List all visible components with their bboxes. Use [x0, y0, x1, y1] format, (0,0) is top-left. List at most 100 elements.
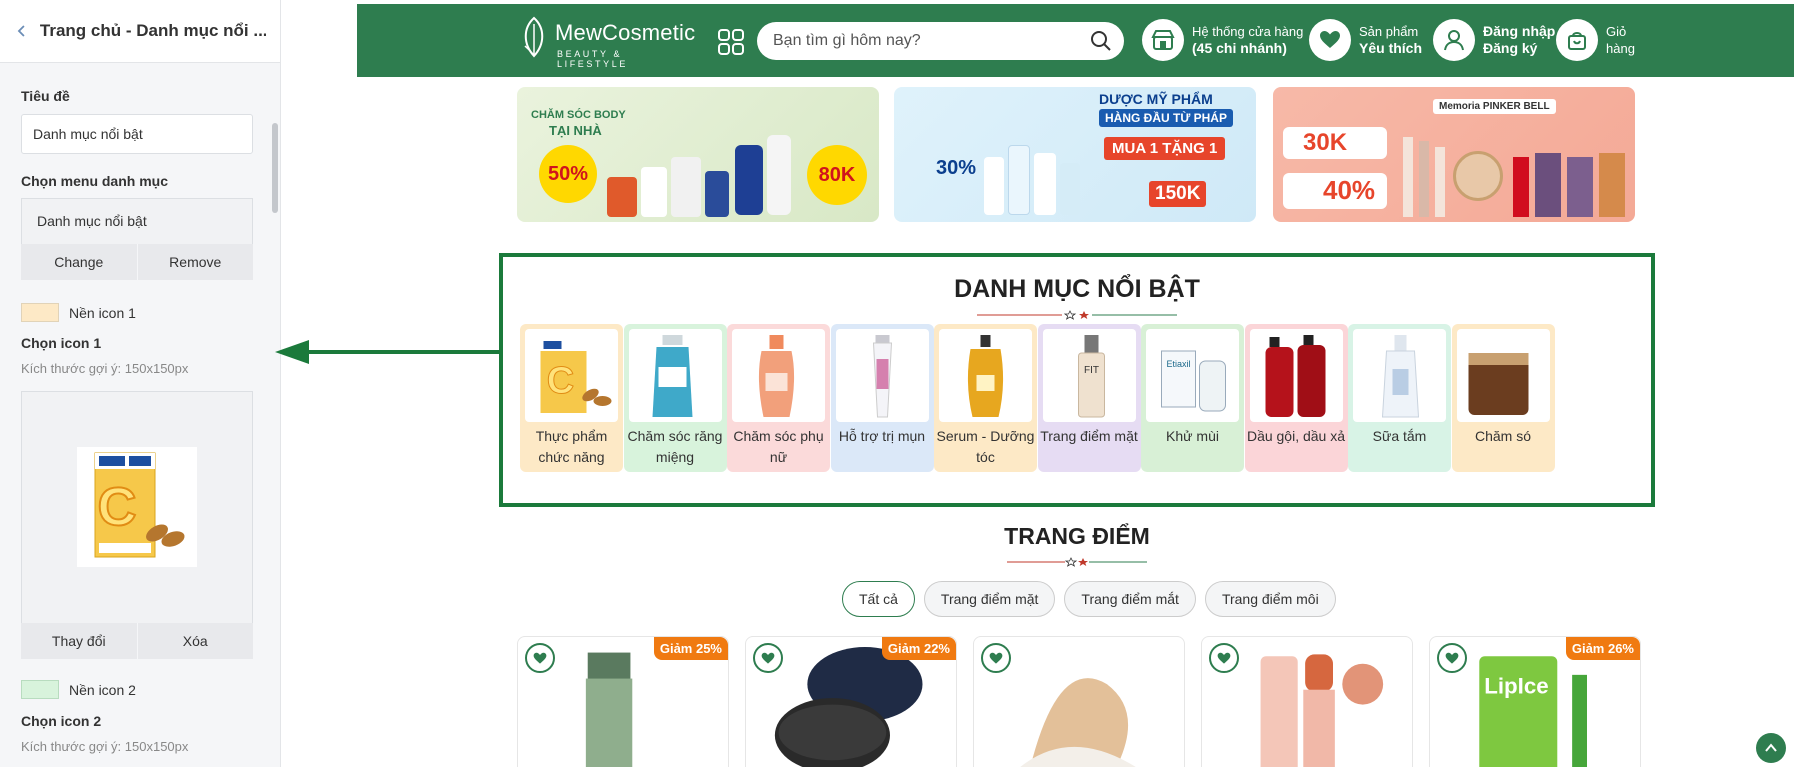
heart-icon[interactable] [981, 643, 1011, 673]
banner2-title2: HÀNG ĐẦU TỪ PHÁP [1099, 109, 1233, 127]
change-button[interactable]: Change [21, 244, 138, 280]
title-label: Tiêu đề [21, 88, 70, 104]
shopping-bag-icon [1556, 19, 1598, 61]
category-card[interactable]: Sữa tắm [1348, 324, 1451, 472]
category-card[interactable]: Chăm sóc phụ nữ [727, 324, 830, 472]
editor-body: Tiêu đề Danh mục nổi bật Chọn menu danh … [0, 63, 271, 767]
discount-badge: Giảm 25% [653, 637, 728, 660]
category-card[interactable]: Dầu gội, dầu xả [1244, 324, 1348, 472]
brand-name: MewCosmetic [555, 20, 696, 45]
banner1-gift: 80K [818, 163, 856, 186]
banner1-products [607, 147, 729, 217]
product-image [1260, 654, 1384, 767]
cart-button[interactable]: Giỏ hàng [1556, 19, 1635, 61]
bg-icon2-swatch[interactable] [21, 680, 59, 699]
fav-line2: Yêu thích [1359, 40, 1423, 56]
category-card[interactable]: Chăm só [1451, 324, 1555, 472]
leaf-logo-icon [524, 16, 544, 58]
banner3-brands: Memoria PINKER BELL [1433, 99, 1556, 114]
favorites-button[interactable]: Sản phẩm Yêu thích [1309, 19, 1422, 61]
category-carousel: C Thực phẩm chức năng Chăm sóc răng miệng C… [520, 324, 1640, 474]
heart-icon[interactable] [1209, 643, 1239, 673]
delete-icon1-button[interactable]: Xóa [138, 623, 254, 659]
category-label: Chăm sóc răng miệng [627, 428, 723, 465]
shop-logo[interactable]: MewCosmetic BEAUTY & LIFESTYLE [517, 14, 697, 69]
icon1-actions: Thay đổi Xóa [21, 623, 253, 659]
heart-icon[interactable] [753, 643, 783, 673]
category-card[interactable]: Etiaxil Khử mùi [1141, 324, 1244, 472]
choose-icon2-label: Chọn icon 2 [21, 713, 102, 729]
category-image: FIT [1042, 329, 1136, 422]
store-system-button[interactable]: Hệ thống cửa hàng (45 chi nhánh) [1142, 19, 1303, 61]
editor-scrollbar[interactable] [270, 63, 280, 767]
filter-chip[interactable]: Trang điểm mắt [1064, 581, 1196, 617]
login-line2: Đăng ký [1483, 40, 1538, 56]
makeup-title: TRANG ĐIỂM [1004, 523, 1150, 549]
product-card[interactable]: Giảm 22% [745, 636, 957, 767]
remove-button[interactable]: Remove [138, 244, 254, 280]
banner2-promo: MUA 1 TẶNG 1 [1104, 137, 1226, 160]
category-card[interactable]: Hỗ trợ trị mụn [830, 324, 934, 472]
category-card[interactable]: Chăm sóc răng miệng [623, 324, 727, 472]
category-label: Hỗ trợ trị mụn [838, 428, 926, 444]
category-image [732, 329, 825, 422]
banner1-discount: 50% [547, 162, 589, 185]
product-image [774, 647, 923, 767]
fav-line1: Sản phẩm [1359, 24, 1419, 39]
banner1-bottles [735, 125, 795, 215]
featured-categories: DANH MỤC NỔI BẬT C Thực phẩm chức năng Chă… [499, 253, 1655, 507]
bg-icon1-swatch[interactable] [21, 303, 59, 322]
banner-dermo[interactable]: DƯỢC MỸ PHẨM HÀNG ĐẦU TỪ PHÁP MUA 1 TẶNG… [894, 87, 1256, 222]
replace-icon1-button[interactable]: Thay đổi [21, 623, 138, 659]
category-image [835, 329, 929, 422]
featured-title: DANH MỤC NỔI BẬT [954, 275, 1200, 303]
menu-select[interactable]: Danh mục nổi bật [21, 198, 253, 244]
product-card[interactable] [973, 636, 1185, 767]
banner2-gift: 150K [1149, 181, 1207, 207]
pointer-arrow [275, 340, 505, 364]
vitamin-c-pack-icon: C [94, 452, 185, 558]
category-label: Chăm sóc phụ nữ [733, 428, 824, 465]
svg-text:LipIce: LipIce [1484, 673, 1548, 698]
banner-gift-set[interactable]: Memoria PINKER BELL 30K 40% [1273, 87, 1635, 222]
editor-scrollbar-thumb[interactable] [272, 123, 278, 213]
banner3-gift-box: 30K [1283, 127, 1387, 159]
discount-badge: Giảm 22% [881, 637, 956, 660]
category-label: Khử mùi [1166, 428, 1219, 444]
title-input[interactable]: Danh mục nổi bật [21, 114, 253, 154]
icon1-image-box[interactable]: C [21, 391, 253, 623]
heart-icon[interactable] [525, 643, 555, 673]
login-line1: Đăng nhập [1483, 23, 1556, 39]
category-card[interactable]: C Thực phẩm chức năng [520, 324, 623, 472]
product-image [585, 652, 633, 767]
svg-text:Etiaxil: Etiaxil [1166, 359, 1190, 369]
grid-menu-icon[interactable] [717, 28, 745, 56]
category-card[interactable]: FIT Trang điểm mặt [1037, 324, 1141, 472]
banner2-products [984, 127, 1084, 215]
size-hint-2: Kích thước gợi ý: 150x150px [21, 739, 189, 754]
chevron-up-icon [1765, 743, 1777, 752]
product-card[interactable]: Giảm 25% [517, 636, 729, 767]
heart-icon[interactable] [1437, 643, 1467, 673]
search-icon[interactable] [1090, 30, 1112, 52]
category-image [939, 329, 1032, 422]
banner-body-care[interactable]: CHĂM SÓC BODY TẠI NHÀ 50% 80K [517, 87, 879, 222]
user-icon [1433, 19, 1475, 61]
product-card[interactable] [1201, 636, 1413, 767]
product-card[interactable]: LipIce Giảm 26% [1429, 636, 1641, 767]
stores-line2: (45 chi nhánh) [1192, 40, 1287, 56]
product-image: LipIce [1479, 656, 1587, 767]
chevron-left-icon[interactable] [14, 23, 30, 39]
search-input[interactable]: Bạn tìm gì hôm nay? [773, 32, 921, 50]
login-button[interactable]: Đăng nhập Đăng ký [1433, 19, 1555, 61]
search-bar[interactable]: Bạn tìm gì hôm nay? [757, 22, 1124, 60]
category-image [1249, 329, 1343, 422]
heart-icon [1309, 19, 1351, 61]
filter-chip[interactable]: Trang điểm mặt [923, 581, 1056, 617]
filter-chip[interactable]: Tất cả [842, 581, 915, 617]
banner1-gift-badge: 80K [807, 145, 867, 205]
scroll-to-top-button[interactable] [1756, 733, 1786, 763]
brand-tagline: BEAUTY & LIFESTYLE [557, 49, 628, 69]
category-card[interactable]: Serum - Dưỡng tóc [934, 324, 1037, 472]
filter-chip[interactable]: Trang điểm môi [1204, 581, 1336, 617]
